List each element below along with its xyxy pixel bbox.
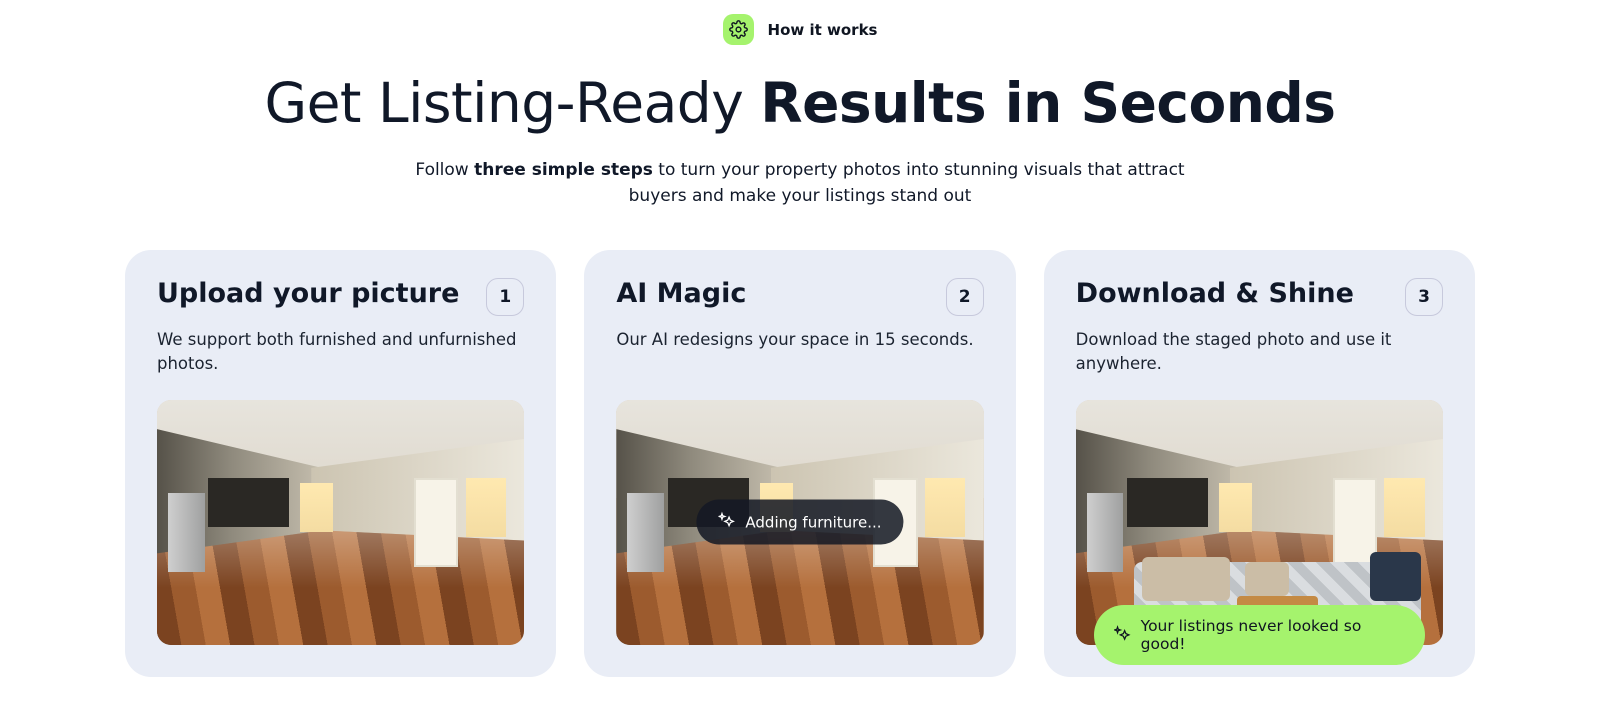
headline-prefix: Get Listing-Ready	[264, 71, 760, 135]
room-image-processing: Adding furniture...	[616, 400, 983, 646]
step-card-ai-magic: AI Magic 2 Our AI redesigns your space i…	[584, 250, 1015, 678]
card-description: We support both furnished and unfurnishe…	[157, 328, 524, 378]
processing-pill: Adding furniture...	[696, 500, 903, 545]
success-banner: Your listings never looked so good!	[1094, 605, 1425, 665]
card-head: Download & Shine 3	[1076, 278, 1443, 316]
sub-bold: three simple steps	[474, 160, 653, 180]
card-head: Upload your picture 1	[157, 278, 524, 316]
card-description: Our AI redesigns your space in 15 second…	[616, 328, 983, 378]
step-card-download: Download & Shine 3 Download the staged p…	[1044, 250, 1475, 678]
steps-row: Upload your picture 1 We support both fu…	[0, 250, 1600, 678]
processing-label: Adding furniture...	[745, 513, 881, 531]
card-description: Download the staged photo and use it any…	[1076, 328, 1443, 378]
headline-bold: Results in Seconds	[760, 71, 1335, 135]
step-number-badge: 1	[486, 278, 524, 316]
gear-icon	[723, 14, 754, 45]
card-head: AI Magic 2	[616, 278, 983, 316]
card-title: Upload your picture	[157, 278, 459, 310]
step-number-badge: 3	[1405, 278, 1443, 316]
sub-suffix: to turn your property photos into stunni…	[629, 160, 1185, 206]
room-image-empty	[157, 400, 524, 646]
sub-prefix: Follow	[415, 160, 474, 180]
sparkle-icon	[1114, 625, 1131, 646]
section-headline: Get Listing-Ready Results in Seconds	[0, 71, 1600, 135]
section-subtitle: Follow three simple steps to turn your p…	[385, 157, 1215, 210]
eyebrow-label: How it works	[768, 21, 878, 39]
step-card-upload: Upload your picture 1 We support both fu…	[125, 250, 556, 678]
how-it-works-section: How it works Get Listing-Ready Results i…	[0, 0, 1600, 717]
media-wrap: Your listings never looked so good!	[1076, 378, 1443, 646]
success-banner-label: Your listings never looked so good!	[1141, 617, 1405, 653]
sparkle-icon	[718, 512, 735, 533]
step-number-badge: 2	[946, 278, 984, 316]
card-title: AI Magic	[616, 278, 746, 310]
eyebrow: How it works	[0, 14, 1600, 45]
card-title: Download & Shine	[1076, 278, 1354, 310]
